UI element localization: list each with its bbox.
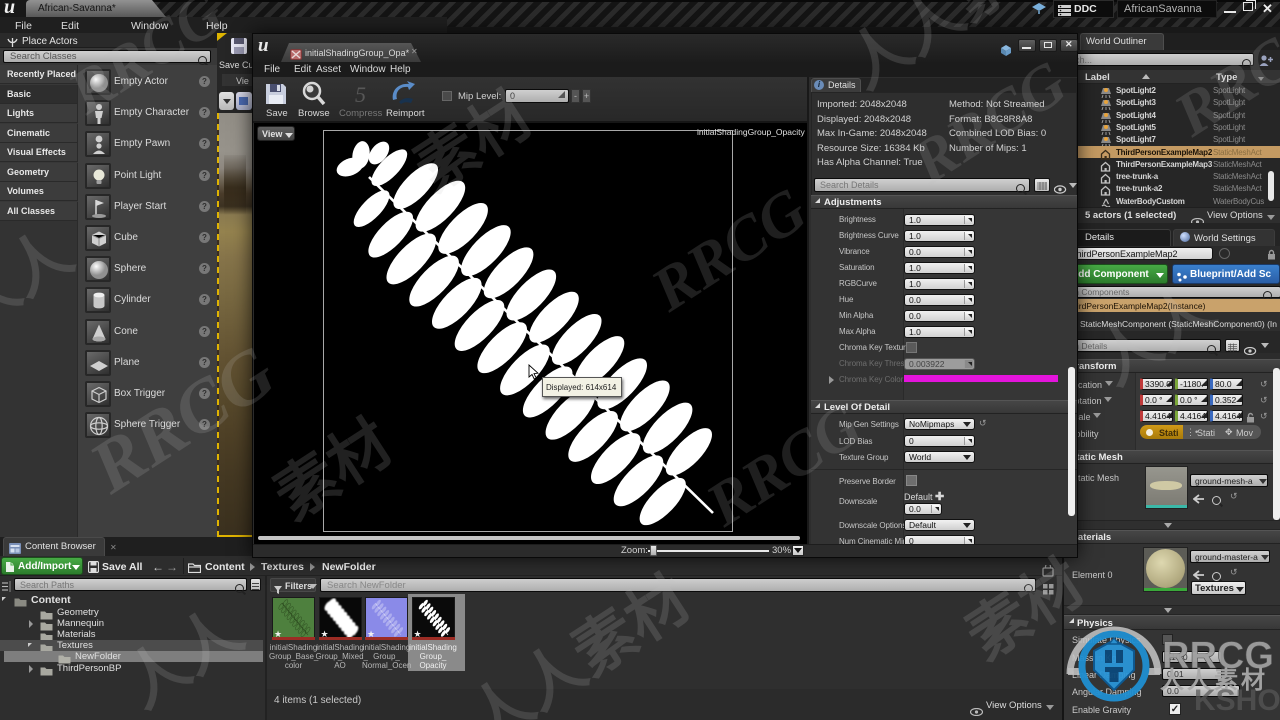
svg-text:5: 5 xyxy=(355,82,366,107)
